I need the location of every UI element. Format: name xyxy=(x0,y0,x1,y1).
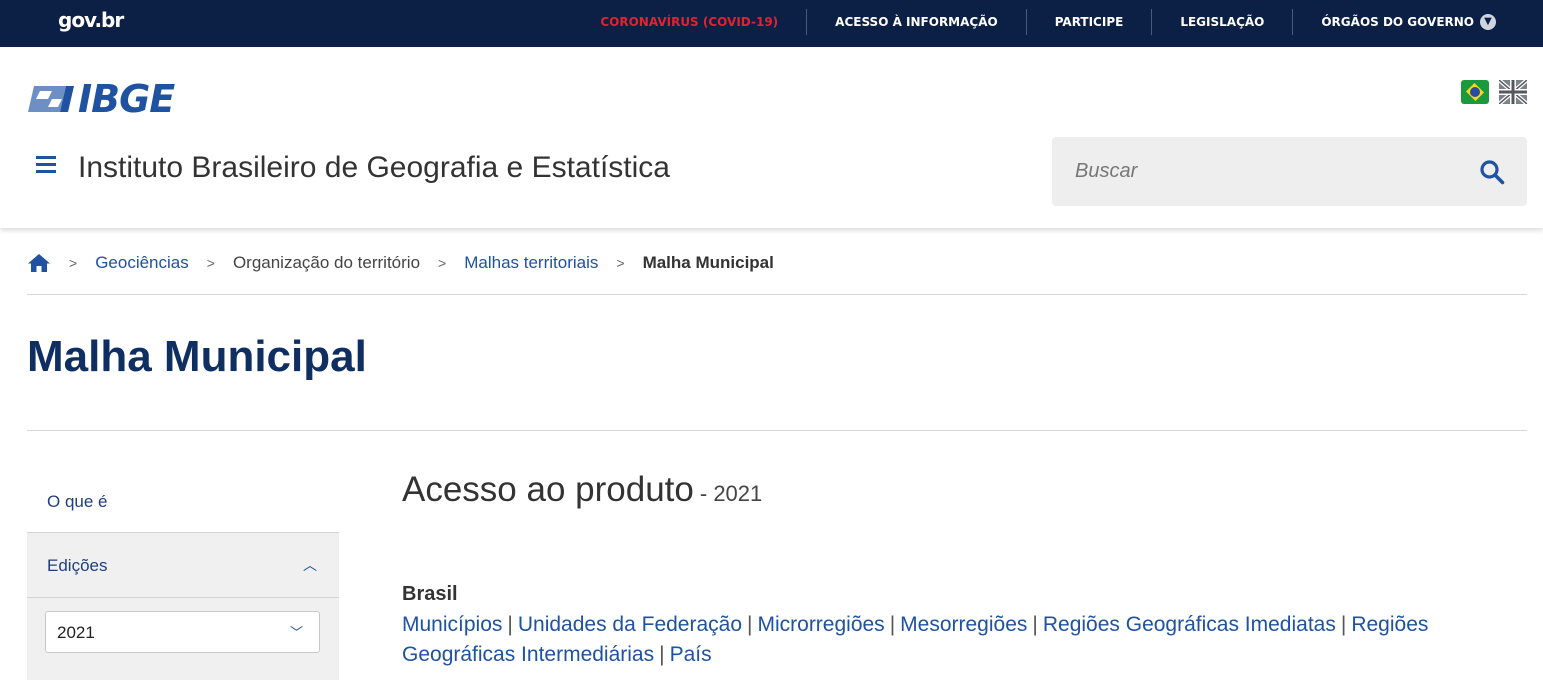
breadcrumb-separator: > xyxy=(438,255,447,271)
search-box xyxy=(1052,137,1527,206)
search-input[interactable] xyxy=(1052,137,1472,206)
link-separator: | xyxy=(889,613,896,636)
breadcrumb-geociencias[interactable]: Geociências xyxy=(95,253,189,273)
chevron-down-icon: ▼ xyxy=(1480,14,1496,30)
edition-select-panel: 2021 ﹀ xyxy=(27,598,339,680)
edition-select[interactable]: 2021 ﹀ xyxy=(45,611,320,653)
breadcrumb-separator: > xyxy=(69,255,78,271)
link-mesorregioes[interactable]: Mesorregiões xyxy=(900,613,1027,636)
link-separator: | xyxy=(747,613,753,636)
region-title: Brasil xyxy=(402,583,458,605)
product-access-year: - 2021 xyxy=(699,481,763,506)
breadcrumb: > Geociências > Organização do territóri… xyxy=(27,253,774,273)
ibge-logo-text: IBGE xyxy=(78,77,175,121)
sidebar-edicoes-label: Edições xyxy=(47,556,108,575)
breadcrumb-current: Malha Municipal xyxy=(642,253,774,272)
gov-nav: CORONAVÍRUS (COVID-19) ACESSO À INFORMAÇ… xyxy=(572,0,1496,43)
link-regioes-imediatas[interactable]: Regiões Geográficas Imediatas xyxy=(1043,613,1336,636)
breadcrumb-malhas-territoriais[interactable]: Malhas territoriais xyxy=(464,253,598,273)
download-links: Municípios | Unidades da Federação | Microrr… xyxy=(402,610,1482,670)
sidebar: O que é Edições ︿ 2021 ﹀ xyxy=(27,470,339,680)
uk-flag-icon[interactable] xyxy=(1497,78,1529,106)
govbr-logo[interactable]: gov.br xyxy=(58,8,124,32)
chevron-down-icon: ﹀ xyxy=(289,625,303,640)
divider xyxy=(27,430,1527,431)
link-pais[interactable]: País xyxy=(670,643,712,666)
ibge-logo[interactable]: IBGE xyxy=(26,77,175,121)
search-icon[interactable] xyxy=(1479,159,1505,185)
breadcrumb-separator: > xyxy=(616,255,625,271)
gov-bar: gov.br CORONAVÍRUS (COVID-19) ACESSO À I… xyxy=(0,0,1543,47)
brazil-flag-icon[interactable] xyxy=(1461,80,1489,104)
language-flags xyxy=(1461,78,1529,106)
sidebar-item-edicoes[interactable]: Edições ︿ xyxy=(27,533,339,598)
page-title: Malha Municipal xyxy=(27,332,367,381)
site-header: IBGE Instituto Brasileiro de Geografia e… xyxy=(0,47,1543,228)
gov-nav-orgaos-governo[interactable]: ÓRGÃOS DO GOVERNO ▼ xyxy=(1293,9,1496,35)
product-access-title: Acesso ao produto xyxy=(402,470,694,509)
gov-nav-covid[interactable]: CORONAVÍRUS (COVID-19) xyxy=(572,8,808,35)
product-access-heading: Acesso ao produto - 2021 xyxy=(402,470,762,510)
gov-nav-participe[interactable]: PARTICIPE xyxy=(1027,8,1153,35)
home-icon[interactable] xyxy=(27,253,51,273)
uk-flag-graphic xyxy=(1497,78,1529,106)
gov-nav-acesso-informacao[interactable]: ACESSO À INFORMAÇÃO xyxy=(807,8,1027,35)
link-separator: | xyxy=(1032,613,1038,636)
link-municipios[interactable]: Municípios xyxy=(402,613,502,636)
sidebar-item-o-que-e[interactable]: O que é xyxy=(27,470,339,533)
link-microrregioes[interactable]: Microrregiões xyxy=(757,613,884,636)
chevron-up-icon: ︿ xyxy=(303,557,317,573)
link-separator: | xyxy=(659,643,665,666)
link-unidades-federacao[interactable]: Unidades da Federação xyxy=(518,613,742,636)
site-title: Instituto Brasileiro de Geografia e Esta… xyxy=(78,151,670,184)
link-separator: | xyxy=(1340,613,1347,636)
divider xyxy=(27,294,1527,295)
link-separator: | xyxy=(507,613,513,636)
edition-select-value: 2021 xyxy=(57,623,95,642)
hamburger-menu-icon[interactable] xyxy=(36,156,56,174)
gov-nav-legislacao[interactable]: LEGISLAÇÃO xyxy=(1152,8,1294,35)
breadcrumb-organizacao-territorio: Organização do território xyxy=(232,253,421,272)
breadcrumb-separator: > xyxy=(206,255,215,271)
ibge-mark-icon xyxy=(28,86,74,112)
gov-nav-orgaos-label: ÓRGÃOS DO GOVERNO xyxy=(1321,14,1474,29)
